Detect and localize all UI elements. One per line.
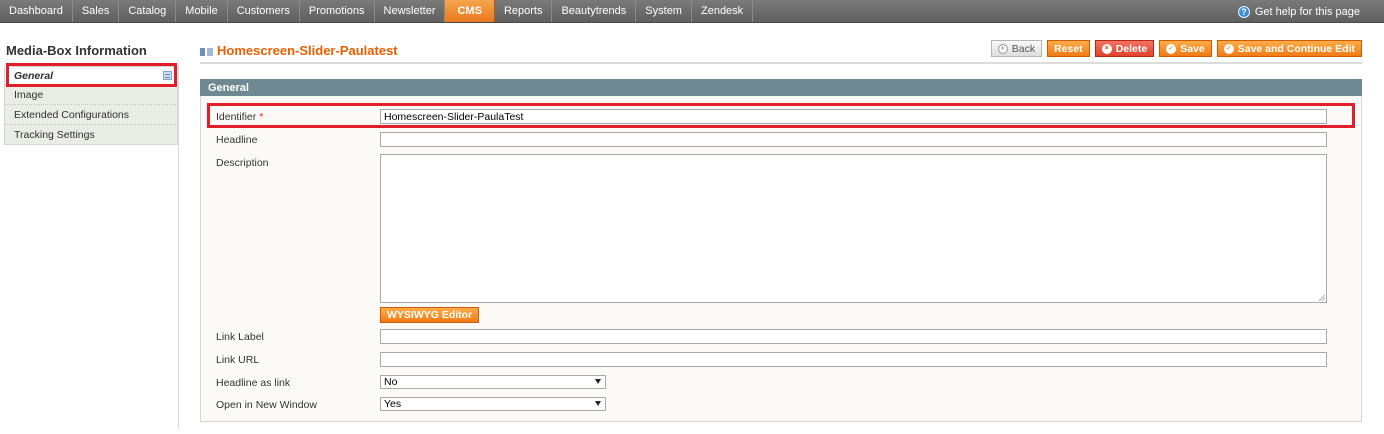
- help-link[interactable]: ? Get help for this page: [1237, 0, 1360, 23]
- help-label: Get help for this page: [1254, 5, 1360, 18]
- description-label: Description: [216, 157, 269, 169]
- back-button[interactable]: ‹ Back: [990, 40, 1043, 57]
- nav-beautytrends[interactable]: Beautytrends: [552, 0, 637, 22]
- headline-as-link-value: No: [384, 376, 398, 388]
- nav-sales[interactable]: Sales: [73, 0, 120, 22]
- back-button-label: Back: [1011, 42, 1036, 55]
- delete-button-label: Delete: [1115, 42, 1148, 55]
- save-button-label: Save: [1180, 42, 1205, 55]
- headline-input[interactable]: [380, 132, 1327, 147]
- sidebar-tab-label: Tracking Settings: [14, 128, 95, 141]
- nav-promotions[interactable]: Promotions: [300, 0, 375, 22]
- reset-button[interactable]: Reset: [1047, 40, 1090, 57]
- link-url-input[interactable]: [380, 352, 1327, 367]
- headline-as-link-label: Headline as link: [216, 377, 291, 389]
- title-divider: [200, 62, 1362, 64]
- back-arrow-icon: ‹: [997, 43, 1008, 54]
- sidebar-tab-tracking-settings[interactable]: Tracking Settings: [4, 125, 178, 145]
- headline-as-link-select[interactable]: No: [380, 375, 606, 389]
- action-button-bar: ‹ Back Reset × Delete ✓ Save ✓ Save and …: [990, 40, 1362, 57]
- fieldset-header: General: [200, 79, 1362, 96]
- nav-cms[interactable]: CMS: [445, 0, 495, 22]
- identifier-input[interactable]: [380, 109, 1327, 124]
- dropdown-arrow-icon: [595, 379, 601, 384]
- identifier-label: Identifier *: [216, 111, 263, 123]
- delete-button[interactable]: × Delete: [1094, 40, 1155, 57]
- open-new-window-label: Open in New Window: [216, 399, 317, 411]
- nav-mobile[interactable]: Mobile: [176, 0, 228, 22]
- sidebar-tab-label: Image: [14, 88, 44, 101]
- save-and-continue-button[interactable]: ✓ Save and Continue Edit: [1216, 40, 1362, 57]
- collapse-icon[interactable]: [163, 71, 172, 80]
- sidebar-title: Media-Box Information: [6, 43, 147, 58]
- description-textarea[interactable]: [380, 154, 1327, 303]
- wysiwyg-editor-button[interactable]: WYSIWYG Editor: [380, 307, 480, 323]
- link-label-input[interactable]: [380, 329, 1327, 344]
- delete-icon: ×: [1101, 43, 1112, 54]
- nav-system[interactable]: System: [636, 0, 692, 22]
- save-and-continue-button-label: Save and Continue Edit: [1237, 42, 1355, 55]
- checkmark-icon: ✓: [1166, 43, 1177, 54]
- checkmark-icon: ✓: [1223, 43, 1234, 54]
- sidebar-tab-label: General: [14, 69, 54, 82]
- link-url-label: Link URL: [216, 354, 260, 366]
- nav-newsletter[interactable]: Newsletter: [375, 0, 446, 22]
- sidebar-tab-image[interactable]: Image: [4, 85, 178, 105]
- sidebar-divider: [178, 63, 179, 429]
- help-icon: ?: [1237, 5, 1250, 18]
- nav-zendesk[interactable]: Zendesk: [692, 0, 754, 22]
- headline-label: Headline: [216, 134, 258, 146]
- open-new-window-select[interactable]: Yes: [380, 397, 606, 411]
- link-label-label: Link Label: [216, 331, 264, 343]
- admin-top-nav: Dashboard Sales Catalog Mobile Customers…: [0, 0, 1384, 23]
- page-title: Homescreen-Slider-Paulatest: [217, 43, 398, 58]
- sidebar-tab-general[interactable]: General: [4, 66, 178, 85]
- required-marker: *: [259, 111, 264, 123]
- dropdown-arrow-icon: [595, 401, 601, 406]
- nav-reports[interactable]: Reports: [495, 0, 553, 22]
- open-new-window-value: Yes: [384, 398, 402, 410]
- sidebar-tab-label: Extended Configurations: [14, 108, 129, 121]
- identifier-label-text: Identifier: [216, 111, 257, 123]
- reset-button-label: Reset: [1054, 42, 1083, 55]
- save-button[interactable]: ✓ Save: [1159, 40, 1212, 57]
- sidebar-tab-extended-configurations[interactable]: Extended Configurations: [4, 105, 178, 125]
- page-header-icon: [200, 48, 213, 56]
- sidebar-tabs: General Image Extended Configurations Tr…: [4, 66, 178, 145]
- nav-catalog[interactable]: Catalog: [119, 0, 177, 22]
- nav-dashboard[interactable]: Dashboard: [0, 0, 73, 22]
- resize-grip-icon[interactable]: [1318, 294, 1325, 301]
- nav-customers[interactable]: Customers: [228, 0, 300, 22]
